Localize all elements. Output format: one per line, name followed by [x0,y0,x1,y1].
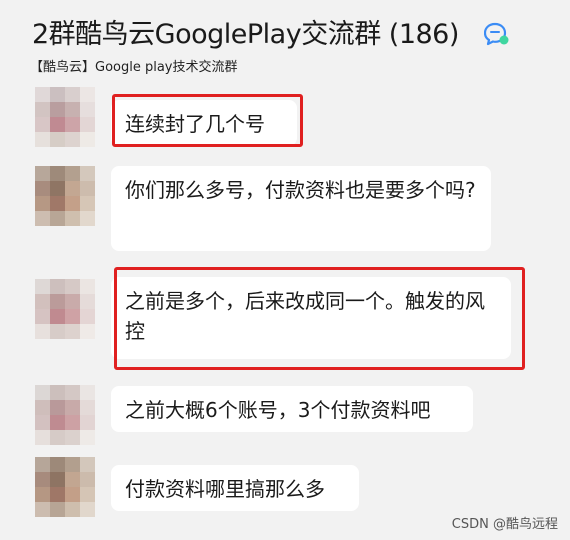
message-text: 你们那么多号，付款资料也是要多个吗? [125,178,476,202]
highlight-box [114,267,525,370]
avatar[interactable] [35,87,95,147]
avatar[interactable] [35,385,95,445]
message-bubble[interactable]: 付款资料哪里搞那么多 [111,465,359,511]
highlight-box [112,94,303,147]
avatar[interactable] [35,166,95,226]
message-list[interactable]: 连续封了几个号 你们那么多号，付款资料也是要多个吗? 之前是多个，后来改成同一个… [0,82,570,540]
message-text: 付款资料哪里搞那么多 [125,477,325,501]
watermark: CSDN @酷鸟远程 [451,517,558,532]
chat-header: 2群酷鸟云GooglePlay交流群 (186) 【酷鸟云】Google pla… [0,0,570,82]
avatar[interactable] [35,279,95,339]
group-title[interactable]: 2群酷鸟云GooglePlay交流群 (186) [32,12,459,51]
group-subtitle: 【酷鸟云】Google play技术交流群 [30,60,238,75]
message-bubble[interactable]: 你们那么多号，付款资料也是要多个吗? [111,166,491,251]
message-text: 之前大概6个账号，3个付款资料吧 [125,398,431,422]
chat-bubble-icon[interactable] [484,22,510,46]
message-bubble[interactable]: 之前大概6个账号，3个付款资料吧 [111,386,473,432]
avatar[interactable] [35,457,95,517]
